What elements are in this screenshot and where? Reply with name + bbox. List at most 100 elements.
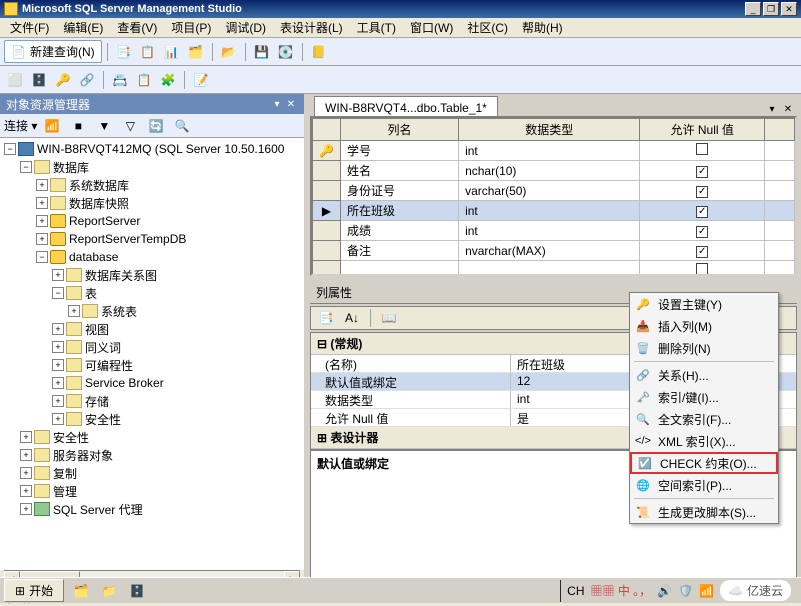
search-icon[interactable]: 🔍	[171, 115, 193, 137]
panel-title-text: 对象资源管理器	[6, 96, 90, 113]
col-header-type[interactable]: 数据类型	[459, 119, 640, 141]
tray-icon[interactable]: 🔊	[657, 584, 672, 598]
menu-debug[interactable]: 调试(D)	[219, 17, 272, 38]
panel-close-button[interactable]: ✕	[284, 97, 298, 111]
columns-grid[interactable]: 列名 数据类型 允许 Null 值 🔑学号int姓名nchar(10)✓身份证号…	[310, 116, 797, 276]
tool-button[interactable]: 🗄️	[28, 69, 50, 91]
maximize-button[interactable]: ❐	[763, 2, 779, 16]
connect-icon[interactable]: 📶	[41, 115, 63, 137]
tray-icon[interactable]: 📶	[699, 584, 714, 598]
prop-button[interactable]: 📖	[378, 307, 400, 329]
table-row[interactable]: 备注nvarchar(MAX)✓	[313, 241, 795, 261]
tree-snapshot[interactable]: +数据库快照	[2, 194, 302, 212]
disconnect-icon[interactable]: ■	[67, 115, 89, 137]
open-button[interactable]: 📂	[218, 41, 240, 63]
taskbar-app[interactable]: 📁	[98, 580, 120, 602]
tool-button[interactable]: 📑	[113, 41, 135, 63]
table-row[interactable]: 身份证号varchar(50)✓	[313, 181, 795, 201]
ctx-relationships[interactable]: 🔗关系(H)...	[630, 364, 778, 386]
tool-button[interactable]: 📇	[109, 69, 131, 91]
menu-designer[interactable]: 表设计器(L)	[274, 17, 349, 38]
minimize-button[interactable]: _	[745, 2, 761, 16]
menu-community[interactable]: 社区(C)	[461, 17, 514, 38]
save-all-button[interactable]: 💽	[275, 41, 297, 63]
taskbar-app[interactable]: 🗂️	[70, 580, 92, 602]
taskbar-app[interactable]: 🗄️	[126, 580, 148, 602]
tree-databases[interactable]: −数据库	[2, 158, 302, 176]
refresh-icon[interactable]: 🔄	[145, 115, 167, 137]
stop-icon[interactable]: ▼	[93, 115, 115, 137]
tab-table-designer[interactable]: WIN-B8RVQT4...dbo.Table_1*	[314, 96, 498, 116]
app-icon	[4, 2, 18, 16]
new-query-button[interactable]: 📄 新建查询(N)	[4, 40, 102, 63]
table-row[interactable]: ▶所在班级int✓	[313, 201, 795, 221]
tree-database[interactable]: −database	[2, 248, 302, 266]
menu-tools[interactable]: 工具(T)	[351, 17, 402, 38]
tree[interactable]: −WIN-B8RVQT412MQ (SQL Server 10.50.1600 …	[0, 138, 304, 570]
ctx-generate-script[interactable]: 📜生成更改脚本(S)...	[630, 501, 778, 523]
check-icon: ☑️	[636, 455, 654, 471]
tree-servicebroker[interactable]: +Service Broker	[2, 374, 302, 392]
ctx-spatial-index[interactable]: 🌐空间索引(P)...	[630, 474, 778, 496]
tree-sqlagent[interactable]: +SQL Server 代理	[2, 500, 302, 518]
tool-button[interactable]: 🧩	[157, 69, 179, 91]
tree-security-db[interactable]: +安全性	[2, 410, 302, 428]
ctx-delete-column[interactable]: 🗑️删除列(N)	[630, 337, 778, 359]
col-header-null[interactable]: 允许 Null 值	[640, 119, 765, 141]
tree-programmability[interactable]: +可编程性	[2, 356, 302, 374]
tree-synonyms[interactable]: +同义词	[2, 338, 302, 356]
save-button[interactable]: 💾	[251, 41, 273, 63]
ctx-indexes-keys[interactable]: 🗝️索引/键(I)...	[630, 386, 778, 408]
ctx-insert-column[interactable]: 📥插入列(M)	[630, 315, 778, 337]
ime-indicator[interactable]: CH	[567, 584, 584, 598]
tree-systables[interactable]: +系统表	[2, 302, 302, 320]
close-button[interactable]: ✕	[781, 2, 797, 16]
tray-icon[interactable]: 🛡️	[678, 584, 693, 598]
alphabetical-button[interactable]: A↓	[341, 307, 363, 329]
menu-edit[interactable]: 编辑(E)	[57, 17, 109, 38]
tree-diagrams[interactable]: +数据库关系图	[2, 266, 302, 284]
tree-server[interactable]: −WIN-B8RVQT412MQ (SQL Server 10.50.1600	[2, 140, 302, 158]
table-row[interactable]: 🔑学号int	[313, 141, 795, 161]
ctx-set-primary-key[interactable]: 🔑设置主键(Y)	[630, 293, 778, 315]
start-button[interactable]: ⊞ 开始	[4, 579, 64, 602]
tool-button[interactable]: 🗂️	[185, 41, 207, 63]
activity-button[interactable]: 📒	[308, 41, 330, 63]
tool-button[interactable]: 📋	[137, 41, 159, 63]
ctx-check-constraints[interactable]: ☑️CHECK 约束(O)...	[630, 452, 778, 474]
script-button[interactable]: 📝	[190, 69, 212, 91]
tab-dropdown-button[interactable]: ▾	[765, 102, 779, 116]
tree-security[interactable]: +安全性	[2, 428, 302, 446]
tool-button[interactable]: 📋	[133, 69, 155, 91]
tree-views[interactable]: +视图	[2, 320, 302, 338]
menu-view[interactable]: 查看(V)	[111, 17, 163, 38]
tree-serverobjects[interactable]: +服务器对象	[2, 446, 302, 464]
menu-window[interactable]: 窗口(W)	[404, 17, 459, 38]
col-header-name[interactable]: 列名	[340, 119, 458, 141]
ime-mode[interactable]: ▦▦ 中 。，	[591, 582, 652, 599]
tree-storage[interactable]: +存储	[2, 392, 302, 410]
tree-tables[interactable]: −表	[2, 284, 302, 302]
tab-close-button[interactable]: ✕	[781, 102, 795, 116]
tool-button[interactable]: 🔗	[76, 69, 98, 91]
filter-icon[interactable]: ▽	[119, 115, 141, 137]
tree-reportservertemp[interactable]: +ReportServerTempDB	[2, 230, 302, 248]
tool-button[interactable]: ⬜	[4, 69, 26, 91]
connect-button[interactable]: 连接 ▾	[4, 117, 37, 134]
table-row[interactable]: 姓名nchar(10)✓	[313, 161, 795, 181]
tree-sysdb[interactable]: +系统数据库	[2, 176, 302, 194]
menu-file[interactable]: 文件(F)	[4, 17, 55, 38]
tool-button[interactable]: 📊	[161, 41, 183, 63]
ctx-fulltext-index[interactable]: 🔍全文索引(F)...	[630, 408, 778, 430]
tree-replication[interactable]: +复制	[2, 464, 302, 482]
tree-reportserver[interactable]: +ReportServer	[2, 212, 302, 230]
ctx-xml-index[interactable]: </>XML 索引(X)...	[630, 430, 778, 452]
menu-help[interactable]: 帮助(H)	[516, 17, 569, 38]
tool-button[interactable]: 🔑	[52, 69, 74, 91]
panel-pin-button[interactable]: ▾	[270, 97, 284, 111]
tree-management[interactable]: +管理	[2, 482, 302, 500]
menu-project[interactable]: 项目(P)	[165, 17, 217, 38]
taskbar: ⊞ 开始 🗂️ 📁 🗄️ CH ▦▦ 中 。， 🔊 🛡️ 📶 ☁️ 亿速云	[0, 577, 801, 603]
categorized-button[interactable]: 📑	[315, 307, 337, 329]
table-row[interactable]: 成绩int✓	[313, 221, 795, 241]
